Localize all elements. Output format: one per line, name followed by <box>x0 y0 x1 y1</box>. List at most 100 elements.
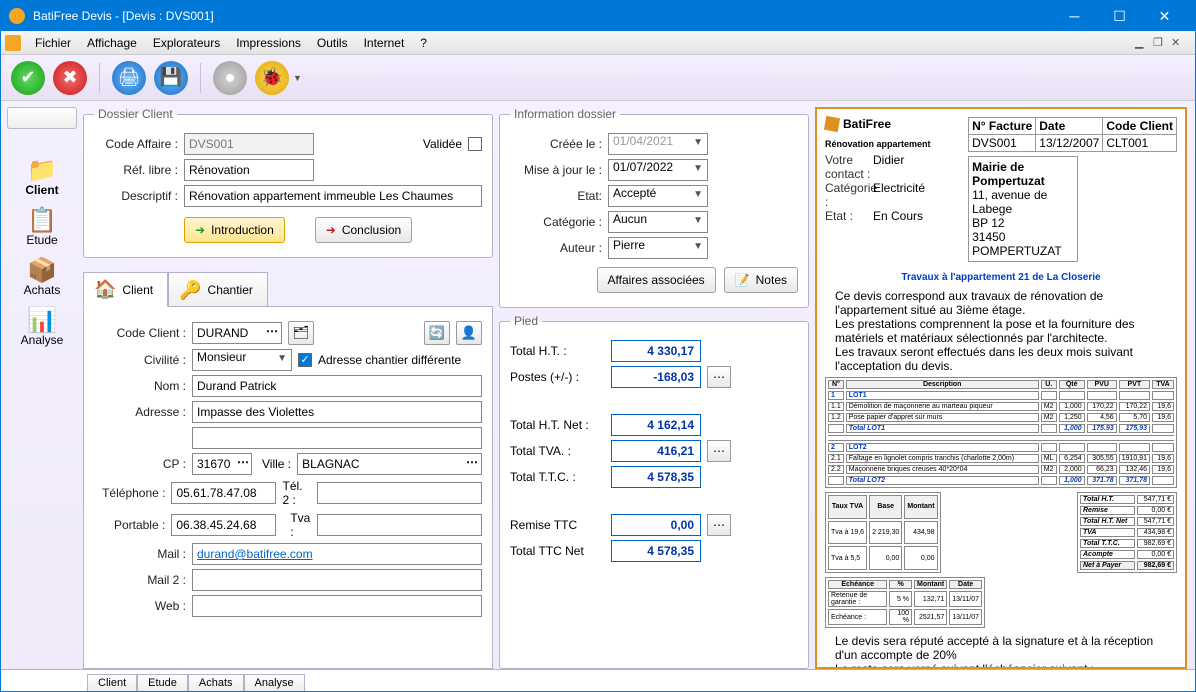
menu-affichage[interactable]: Affichage <box>79 34 145 52</box>
civilite-label: Civilité : <box>94 353 186 367</box>
maj-select[interactable]: 01/07/2022▼ <box>608 159 708 181</box>
ref-libre-label: Réf. libre : <box>94 163 178 177</box>
affaires-associees-button[interactable]: Affaires associées <box>597 267 716 293</box>
maximize-button[interactable]: ☐ <box>1097 1 1142 31</box>
sidebar-label: Analyse <box>4 333 80 347</box>
auteur-select[interactable]: Pierre▼ <box>608 237 708 259</box>
total-net-label: Total TTC Net <box>510 544 605 558</box>
dots-icon[interactable]: ⋯ <box>237 455 249 469</box>
code-affaire-input <box>184 133 314 155</box>
menu-fichier[interactable]: Fichier <box>27 34 79 52</box>
descriptif-input[interactable] <box>184 185 482 207</box>
preview-tva-table: Taux TVABaseMontant Tva à 19,62 219,3043… <box>825 492 941 573</box>
menu-internet[interactable]: Internet <box>356 34 413 52</box>
chevron-down-icon: ▼ <box>693 189 703 200</box>
adresse2-input[interactable] <box>192 427 482 449</box>
total-ht-value: 4 330,17 <box>611 340 701 362</box>
bottom-tab-achats[interactable]: Achats <box>188 674 244 691</box>
card-icon-button[interactable]: 🗂 <box>288 321 314 345</box>
ref-libre-input[interactable] <box>184 159 314 181</box>
refresh-icon-button[interactable]: 🔄 <box>424 321 450 345</box>
civilite-select[interactable]: Monsieur▼ <box>192 349 292 371</box>
tab-client[interactable]: 🏠Client <box>83 272 168 307</box>
validate-button[interactable]: ✔ <box>11 61 45 95</box>
titlebar: BatiFree Devis - [Devis : DVS001] ─ ☐ ✕ <box>1 1 1195 31</box>
adresse-diff-checkbox[interactable]: ✓ <box>298 353 312 367</box>
tva-input[interactable] <box>317 514 482 536</box>
validee-checkbox[interactable] <box>468 137 482 151</box>
bottom-tab-etude[interactable]: Etude <box>137 674 188 691</box>
ville-input[interactable] <box>297 453 482 475</box>
mdi-close-icon[interactable]: ✕ <box>1171 36 1185 50</box>
tel2-label: Tél. 2 : <box>282 479 311 507</box>
sidebar-label: Etude <box>4 233 80 247</box>
portable-input[interactable] <box>171 514 276 536</box>
app-logo-icon <box>9 8 25 24</box>
mail2-input[interactable] <box>192 569 482 591</box>
tel-input[interactable] <box>171 482 276 504</box>
arrow-right-icon: ➜ <box>195 223 205 237</box>
list-icon: 📋 <box>4 209 80 233</box>
info-dossier-group: Information dossier Créée le :01/04/2021… <box>499 107 809 308</box>
adresse-diff-label: Adresse chantier différente <box>318 353 461 367</box>
menu-explorateurs[interactable]: Explorateurs <box>145 34 228 52</box>
cat-select[interactable]: Aucun▼ <box>608 211 708 233</box>
tel2-input[interactable] <box>317 482 482 504</box>
person-icon-button[interactable]: 👤 <box>456 321 482 345</box>
menu-help[interactable]: ? <box>412 34 435 52</box>
pied-group: Pied Total H.T. :4 330,17 Postes (+/-) :… <box>499 314 809 669</box>
print-button[interactable]: 🖨 <box>112 61 146 95</box>
menu-impressions[interactable]: Impressions <box>228 34 309 52</box>
remise-detail-button[interactable]: ⋯ <box>707 514 731 536</box>
nom-label: Nom : <box>94 379 186 393</box>
web-input[interactable] <box>192 595 482 617</box>
save-button[interactable]: 💾 <box>154 61 188 95</box>
pied-legend: Pied <box>510 314 542 328</box>
adresse-input[interactable] <box>192 401 482 423</box>
sidebar-item-client[interactable]: 📁Client <box>4 155 80 201</box>
house-icon: 🏠 <box>94 279 116 300</box>
info-legend: Information dossier <box>510 107 620 121</box>
cancel-button[interactable]: ✖ <box>53 61 87 95</box>
conclusion-button[interactable]: ➜Conclusion <box>315 217 412 243</box>
remise-label: Remise TTC <box>510 518 605 532</box>
chevron-down-icon: ▼ <box>277 353 287 364</box>
mail-input[interactable] <box>192 543 482 565</box>
mdi-minimize-icon[interactable]: ▁ <box>1135 36 1149 50</box>
dots-icon[interactable]: ⋯ <box>266 324 278 338</box>
box-icon: 📦 <box>4 259 80 283</box>
preview-brand: BatiFree <box>825 117 931 131</box>
dossier-client-group: Dossier Client Code Affaire : Validée Ré… <box>83 107 493 258</box>
cat-label: Catégorie : <box>510 215 602 229</box>
folder-icon: 📁 <box>4 159 80 183</box>
sidebar: 📁Client 📋Etude 📦Achats 📊Analyse <box>1 101 83 669</box>
etat-select[interactable]: Accepté▼ <box>608 185 708 207</box>
highlight-button[interactable]: 🐞 <box>255 61 289 95</box>
sidebar-item-achats[interactable]: 📦Achats <box>4 255 80 301</box>
sidebar-label: Achats <box>4 283 80 297</box>
nom-input[interactable] <box>192 375 482 397</box>
sidebar-item-analyse[interactable]: 📊Analyse <box>4 305 80 351</box>
chart-icon: 📊 <box>4 309 80 333</box>
introduction-button[interactable]: ➜Introduction <box>184 217 285 243</box>
cp-label: CP : <box>94 457 186 471</box>
dots-icon[interactable]: ⋯ <box>466 455 478 469</box>
total-htnet-value: 4 162,14 <box>611 414 701 436</box>
menu-outils[interactable]: Outils <box>309 34 356 52</box>
total-net-value: 4 578,35 <box>611 540 701 562</box>
dropdown-arrow-icon[interactable]: ▼ <box>293 73 302 83</box>
sidebar-item-etude[interactable]: 📋Etude <box>4 205 80 251</box>
sidebar-selector[interactable] <box>7 107 77 129</box>
notes-button[interactable]: 📝Notes <box>724 267 798 293</box>
close-button[interactable]: ✕ <box>1142 1 1187 31</box>
tva-detail-button[interactable]: ⋯ <box>707 440 731 462</box>
bottom-tab-analyse[interactable]: Analyse <box>244 674 305 691</box>
minimize-button[interactable]: ─ <box>1052 1 1097 31</box>
tab-chantier[interactable]: 🔑Chantier <box>168 272 268 307</box>
toolbar: ✔ ✖ 🖨 💾 ● 🐞▼ <box>1 55 1195 101</box>
bottom-tab-client[interactable]: Client <box>87 674 137 691</box>
preview-title: Rénovation appartement <box>825 139 931 149</box>
postes-detail-button[interactable]: ⋯ <box>707 366 731 388</box>
mdi-restore-icon[interactable]: ❐ <box>1153 36 1167 50</box>
preview-lines-table: N°DescriptionU.QtéPVUPVTTVA 1LOT1 1.1Dém… <box>825 377 1177 488</box>
